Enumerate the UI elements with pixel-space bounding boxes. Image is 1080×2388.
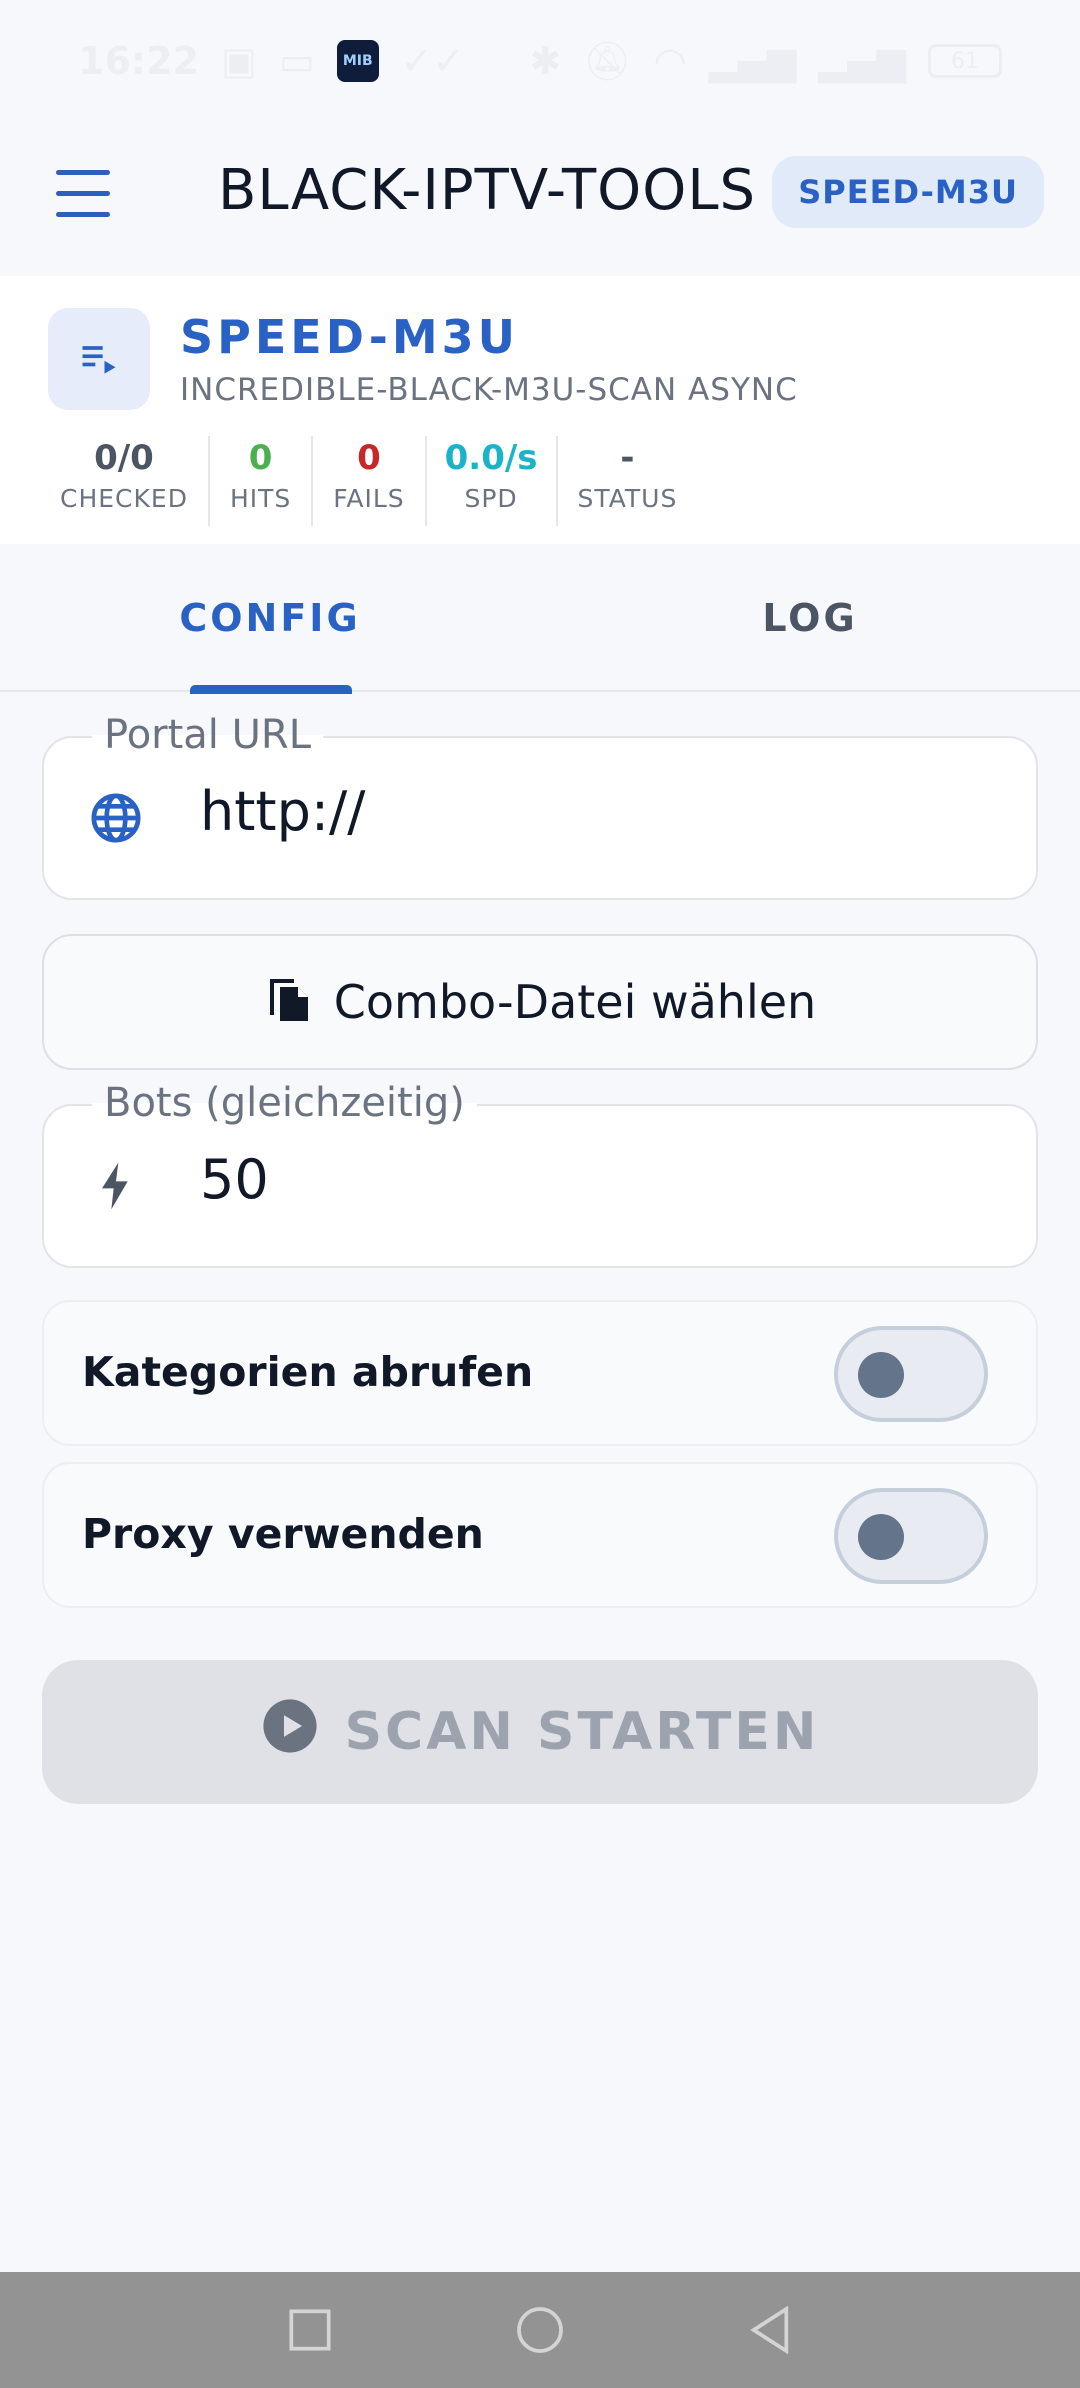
stat-label: FAILS (333, 484, 405, 513)
stat-value: 0 (357, 438, 381, 478)
proxy-switch[interactable] (834, 1488, 988, 1584)
recents-icon[interactable] (282, 2302, 338, 2358)
stat-label: CHECKED (60, 484, 188, 513)
bots-field[interactable]: Bots (gleichzeitig) (42, 1080, 1038, 1268)
portal-url-input[interactable] (200, 780, 1000, 843)
portal-url-label: Portal URL (92, 712, 323, 758)
play-circle-icon (261, 1697, 319, 1768)
mute-icon: 🔕︎ (583, 38, 632, 83)
image-icon: ▭ (278, 39, 315, 83)
stat-value: - (620, 438, 635, 478)
mode-chip[interactable]: SPEED-M3U (772, 156, 1044, 228)
wifi-icon: ◠ (653, 39, 687, 83)
categories-switch[interactable] (834, 1326, 988, 1422)
app-notification-icon: MIB (336, 40, 379, 82)
scan-start-label: SCAN STARTEN (344, 1702, 820, 1762)
file-copy-icon (264, 971, 312, 1034)
check-icon: ✓✓ (400, 39, 465, 83)
stat-speed: 0.0/s SPD (427, 436, 558, 526)
scan-start-button[interactable]: SCAN STARTEN (42, 1660, 1038, 1804)
bolt-icon (88, 1158, 148, 1218)
globe-icon (88, 790, 148, 850)
menu-icon[interactable] (56, 170, 112, 222)
categories-toggle-row: Kategorien abrufen (42, 1300, 1038, 1446)
stat-value: 0 (248, 438, 273, 478)
playlist-play-icon (48, 308, 150, 410)
categories-toggle-label: Kategorien abrufen (82, 1348, 534, 1396)
battery-icon: 61 (928, 44, 1002, 78)
stat-status: - STATUS (558, 436, 698, 526)
nfc-icon: ▣ (220, 39, 257, 83)
bots-input[interactable] (200, 1148, 1000, 1211)
stat-fails: 0 FAILS (313, 436, 427, 526)
stat-value: 0.0/s (444, 438, 538, 478)
back-icon[interactable] (742, 2302, 798, 2358)
stat-checked: 0/0 CHECKED (40, 436, 210, 526)
stat-label: SPD (464, 484, 518, 513)
bluetooth-icon: ✱ (529, 39, 562, 83)
tab-bar: CONFIG LOG (0, 544, 1080, 694)
system-nav-bar (0, 2272, 1080, 2388)
proxy-toggle-row: Proxy verwenden (42, 1462, 1038, 1608)
stat-label: STATUS (577, 484, 678, 513)
tab-config[interactable]: CONFIG (0, 544, 540, 694)
app-bar: BLACK-IPTV-TOOLS SPEED-M3U (0, 122, 1080, 276)
battery-level: 61 (951, 48, 979, 74)
app-title: BLACK-IPTV-TOOLS (218, 158, 757, 223)
status-time: 16:22 (78, 39, 199, 83)
stat-label: HITS (229, 484, 292, 513)
screen: 16:22 ▣ ▭ MIB ✓✓ ✱ 🔕︎ ◠ ▂▄▆ ▂▄▆ 61 BLACK… (0, 0, 1080, 2388)
tool-subtitle: INCREDIBLE-BLACK-M3U-SCAN ASYNC (180, 372, 798, 408)
status-bar: 16:22 ▣ ▭ MIB ✓✓ ✱ 🔕︎ ◠ ▂▄▆ ▂▄▆ 61 (0, 0, 1080, 122)
combo-file-button[interactable]: Combo-Datei wählen (42, 934, 1038, 1070)
tab-log[interactable]: LOG (540, 544, 1080, 692)
portal-url-field[interactable]: Portal URL (42, 712, 1038, 900)
proxy-toggle-label: Proxy verwenden (82, 1510, 484, 1558)
signal-2-icon: ▂▄▆ (818, 39, 906, 83)
stat-value: 0/0 (94, 438, 154, 478)
bots-label: Bots (gleichzeitig) (92, 1080, 477, 1126)
home-icon[interactable] (512, 2302, 568, 2358)
tool-title: SPEED-M3U (180, 310, 519, 364)
tool-header-card: SPEED-M3U INCREDIBLE-BLACK-M3U-SCAN ASYN… (0, 276, 1080, 544)
stat-hits: 0 HITS (210, 436, 314, 526)
stats-row: 0/0 CHECKED 0 HITS 0 FAILS 0.0/s SPD - S… (40, 436, 697, 526)
combo-file-label: Combo-Datei wählen (333, 975, 817, 1029)
signal-icon: ▂▄▆ (708, 39, 797, 83)
